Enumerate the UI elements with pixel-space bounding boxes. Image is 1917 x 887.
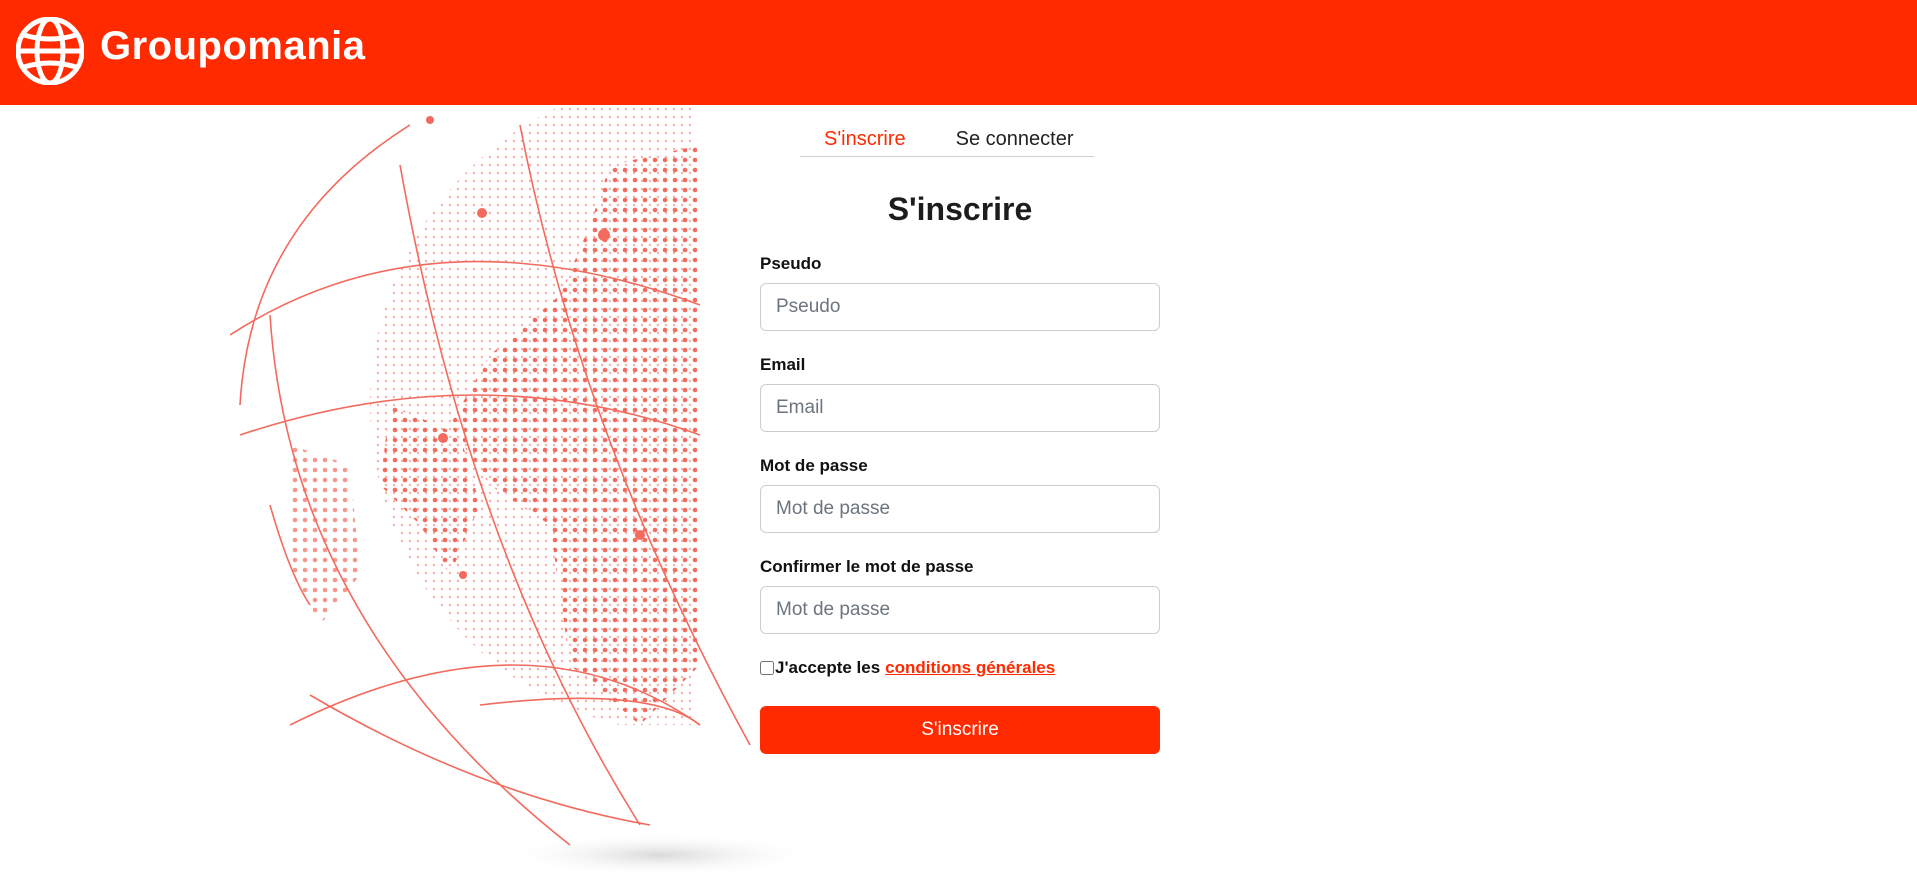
terms-row: J'accepte les conditions générales bbox=[760, 656, 1160, 680]
confirm-password-label: Confirmer le mot de passe bbox=[760, 557, 974, 576]
pseudo-label: Pseudo bbox=[760, 254, 822, 273]
confirm-password-input[interactable] bbox=[760, 586, 1160, 634]
form-title: S'inscrire bbox=[887, 191, 1033, 227]
brand-name[interactable]: Groupomania bbox=[100, 24, 366, 69]
auth-tabs: S'inscrire Se connecter bbox=[800, 120, 1094, 157]
terms-text: J'accepte les bbox=[775, 658, 881, 677]
password-label: Mot de passe bbox=[760, 456, 868, 475]
email-input[interactable] bbox=[760, 384, 1160, 432]
tab-login[interactable]: Se connecter bbox=[956, 120, 1074, 156]
terms-link[interactable]: conditions générales bbox=[885, 658, 1055, 678]
top-bar: Groupomania bbox=[0, 0, 1917, 105]
tab-signup[interactable]: S'inscrire bbox=[824, 120, 906, 156]
globe-illustration bbox=[230, 105, 820, 877]
pseudo-input[interactable] bbox=[760, 283, 1160, 331]
signup-button[interactable]: S'inscrire bbox=[760, 706, 1160, 754]
globe-icon[interactable] bbox=[16, 17, 84, 85]
terms-checkbox[interactable] bbox=[760, 661, 774, 675]
password-input[interactable] bbox=[760, 485, 1160, 533]
signup-form: S'inscrire Pseudo Email Mot de passe Con… bbox=[760, 190, 1160, 754]
email-label: Email bbox=[760, 355, 806, 374]
